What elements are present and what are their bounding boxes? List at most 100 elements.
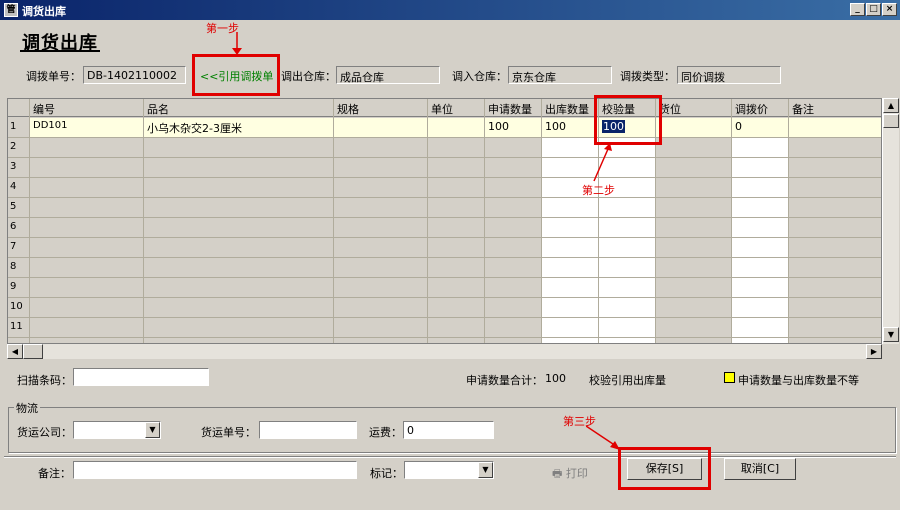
row-divider (30, 277, 881, 278)
price-column-bg (732, 138, 789, 343)
hscroll-thumb[interactable] (23, 344, 43, 359)
scroll-right-icon[interactable]: ▶ (866, 344, 882, 359)
print-button[interactable]: 🖶 打印 (552, 465, 588, 484)
scan-barcode-label: 扫描条码： (17, 374, 72, 387)
save-button[interactable]: 保存[S] (627, 458, 702, 480)
freight-label: 运费： (369, 426, 402, 439)
row-number[interactable]: 3 (8, 158, 30, 178)
cell-name[interactable]: 小乌木杂交2-3厘米 (147, 120, 242, 136)
row-divider (30, 177, 881, 178)
items-grid[interactable]: 编号 品名 规格 单位 申请数量 出库数量 校验量 货位 调拨价 备注 1 2 … (7, 98, 882, 344)
chevron-down-icon[interactable]: ▼ (145, 422, 160, 438)
row-number[interactable]: 6 (8, 218, 30, 238)
order-no-label: 调拨单号： (26, 70, 81, 83)
col-header[interactable]: 单位 (428, 99, 485, 117)
col-header[interactable]: 备注 (789, 99, 881, 117)
verify-label: 校验引用出库量 (589, 374, 666, 387)
row-number[interactable]: 4 (8, 178, 30, 198)
row-divider (30, 217, 881, 218)
mark-label: 标记： (370, 467, 403, 480)
print-label: 打印 (565, 467, 588, 480)
app-icon: 管 (4, 3, 18, 17)
col-divider (333, 99, 334, 343)
mark-select[interactable]: ▼ (404, 461, 494, 479)
step3-arrow-icon (586, 426, 620, 450)
window-title: 调货出库 (22, 5, 66, 18)
vertical-scrollbar[interactable]: ▲ ▼ (882, 98, 899, 344)
row-number[interactable]: 5 (8, 198, 30, 218)
col-header[interactable]: 出库数量 (542, 99, 599, 117)
scroll-left-icon[interactable]: ◀ (7, 344, 23, 359)
legend-swatch (724, 372, 735, 383)
col-header[interactable]: 调拨价 (732, 99, 789, 117)
col-divider (143, 99, 144, 343)
row-number[interactable]: 11 (8, 318, 30, 338)
maximize-button[interactable]: □ (866, 3, 881, 16)
row-number[interactable]: 7 (8, 238, 30, 258)
row-divider (30, 317, 881, 318)
row-number[interactable]: 8 (8, 258, 30, 278)
col-divider (731, 99, 732, 343)
step2-highlight (594, 95, 662, 145)
grid-header: 编号 品名 规格 单位 申请数量 出库数量 校验量 货位 调拨价 备注 (8, 99, 881, 117)
scan-barcode-input[interactable] (73, 368, 209, 386)
row-divider (30, 337, 881, 338)
row-number[interactable]: 9 (8, 278, 30, 298)
step2-arrow-icon (593, 143, 612, 182)
row-divider (30, 197, 881, 198)
horizontal-scrollbar[interactable]: ◀ ▶ (7, 344, 882, 359)
row-number[interactable]: 2 (8, 138, 30, 158)
window-titlebar: 管 调货出库 _ □ × (0, 0, 900, 20)
col-divider (427, 99, 428, 343)
waybill-label: 货运单号： (201, 426, 256, 439)
remark-label: 备注： (38, 467, 71, 480)
close-button[interactable]: × (882, 3, 897, 16)
in-warehouse-field[interactable]: 京东仓库 (508, 66, 612, 84)
col-divider (484, 99, 485, 343)
carrier-label: 货运公司： (17, 426, 72, 439)
logistics-legend: 物流 (14, 400, 40, 416)
waybill-input[interactable] (259, 421, 357, 439)
out-warehouse-label: 调出仓库： (281, 70, 336, 83)
col-header[interactable]: 申请数量 (485, 99, 542, 117)
row-divider (30, 157, 881, 158)
transfer-type-label: 调拨类型： (620, 70, 675, 83)
total-qty-value: 100 (545, 372, 566, 385)
col-header[interactable]: 货位 (656, 99, 732, 117)
legend-label: 申请数量与出库数量不等 (738, 374, 859, 387)
scroll-down-icon[interactable]: ▼ (883, 327, 899, 342)
col-divider (788, 99, 789, 343)
cell-req-qty[interactable]: 100 (488, 120, 509, 133)
transfer-type-field[interactable]: 同价调拨 (677, 66, 781, 84)
row-divider (30, 297, 881, 298)
scroll-up-icon[interactable]: ▲ (883, 98, 899, 113)
carrier-select[interactable]: ▼ (73, 421, 161, 439)
out-warehouse-field[interactable]: 成品仓库 (336, 66, 440, 84)
step1-arrow-icon (232, 32, 242, 55)
printer-icon: 🖶 (552, 467, 563, 480)
cell-out-qty[interactable]: 100 (545, 120, 566, 133)
col-header[interactable]: 品名 (144, 99, 334, 117)
remark-input[interactable] (73, 461, 357, 479)
in-warehouse-label: 调入仓库： (452, 70, 507, 83)
row-divider (30, 257, 881, 258)
scroll-thumb[interactable] (883, 114, 899, 128)
cell-code[interactable]: DD101 (33, 120, 68, 131)
freight-input[interactable]: 0 (403, 421, 494, 439)
row-divider (30, 237, 881, 238)
order-no-field[interactable]: DB-1402110002 (83, 66, 186, 84)
row-number[interactable]: 10 (8, 298, 30, 318)
row-divider (30, 137, 881, 138)
grid-corner (8, 99, 30, 117)
row-number[interactable]: 1 (8, 118, 30, 138)
cell-price[interactable]: 0 (735, 120, 742, 133)
minimize-button[interactable]: _ (850, 3, 865, 16)
chevron-down-icon[interactable]: ▼ (478, 462, 493, 478)
total-qty-label: 申请数量合计： (466, 374, 543, 387)
title-underline (20, 50, 100, 52)
col-header[interactable]: 编号 (30, 99, 144, 117)
col-header[interactable]: 规格 (334, 99, 428, 117)
cancel-button[interactable]: 取消[C] (724, 458, 796, 480)
step2-annotation: 第二步 (582, 184, 615, 197)
reference-transfer-link[interactable]: <<引用调拨单 (200, 68, 273, 84)
